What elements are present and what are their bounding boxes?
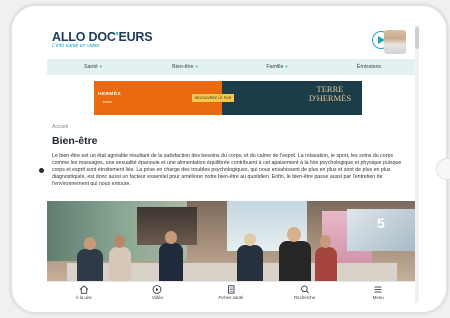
tab-video[interactable]: Vidéo (121, 282, 195, 303)
video-person (159, 243, 183, 281)
tab-label: Vidéo (151, 295, 163, 300)
video-thumbnail[interactable]: 5 (47, 201, 415, 281)
nav-item-famille[interactable]: Famille ▾ (231, 59, 323, 75)
tab-label: À la une (75, 295, 92, 300)
ad-brand-logo: HERMÈS (98, 92, 121, 97)
video-person (279, 241, 311, 281)
nav-label: Famille (266, 64, 284, 70)
video-person (77, 249, 103, 281)
video-person-head (244, 233, 256, 246)
ad-banner[interactable]: HERMÈS PARIS DÉCOUVREZ LE PUR TERRE D'HE… (94, 81, 362, 115)
tab-a-la-une[interactable]: À la une (47, 282, 121, 303)
scrollbar-thumb[interactable] (415, 27, 419, 49)
video-person-head (165, 231, 177, 244)
search-icon (300, 285, 309, 294)
chevron-down-icon: ▾ (285, 64, 288, 69)
main-nav: Santé ▾ Bien-être ▾ Famille ▾ Émissions (47, 59, 415, 75)
breadcrumb-home-link[interactable]: Accueil (52, 124, 68, 130)
chevron-down-icon: ▾ (195, 64, 198, 69)
page-scrollbar[interactable] (415, 25, 419, 303)
hamburger-menu-icon (374, 286, 382, 293)
nav-label: Bien-être (172, 64, 194, 70)
nav-item-sante[interactable]: Santé ▾ (47, 59, 139, 75)
article-intro-text: Le bien-être est un état agréable résult… (52, 153, 402, 188)
logo-text-main: ALLO DOC (52, 30, 116, 44)
video-person (237, 245, 263, 281)
page-title: Bien-être (52, 135, 98, 147)
tab-label: Menu (372, 295, 384, 300)
site-header: ALLO DOC'EURS L'info santé en vidéo (47, 25, 415, 59)
video-person-head (287, 227, 301, 242)
nav-item-bien-etre[interactable]: Bien-être ▾ (139, 59, 231, 75)
site-tagline: L'info santé en vidéo (52, 43, 100, 49)
nav-item-emissions[interactable]: Émissions (323, 59, 415, 75)
ad-product-title: TERRE D'HERMÈS (302, 85, 358, 103)
video-person-head (320, 235, 331, 248)
front-camera (39, 168, 44, 173)
play-circle-icon (153, 285, 162, 294)
channel-mark: 5 (377, 215, 385, 231)
video-person-head (84, 237, 96, 250)
bottom-tab-bar: À la une Vidéo Fiches santé Recherche Me… (47, 281, 415, 303)
video-person-head (114, 235, 125, 248)
home-button[interactable] (436, 158, 450, 180)
tab-recherche[interactable]: Recherche (268, 282, 342, 303)
site-logo[interactable]: ALLO DOC'EURS (52, 30, 153, 44)
ad-cta-button[interactable]: DÉCOUVREZ LE PUR (192, 94, 234, 102)
nav-label: Émissions (356, 64, 382, 70)
tab-label: Fiches santé (218, 295, 244, 300)
ad-brand-sub: PARIS (103, 100, 112, 104)
video-person (315, 247, 337, 281)
home-icon (79, 285, 89, 294)
ad-title-line-2: D'HERMÈS (308, 93, 352, 103)
browser-viewport: ALLO DOC'EURS L'info santé en vidéo Sant… (47, 25, 419, 303)
nav-label: Santé (83, 64, 98, 70)
video-person (109, 247, 131, 281)
chevron-down-icon: ▾ (99, 64, 103, 69)
logo-text-end: EURS (118, 30, 153, 44)
document-icon (228, 285, 235, 294)
presenter-avatar[interactable] (384, 30, 406, 54)
tab-menu[interactable]: Menu (341, 282, 415, 303)
tab-label: Recherche (293, 295, 316, 300)
tab-fiches-sante[interactable]: Fiches santé (194, 282, 268, 303)
